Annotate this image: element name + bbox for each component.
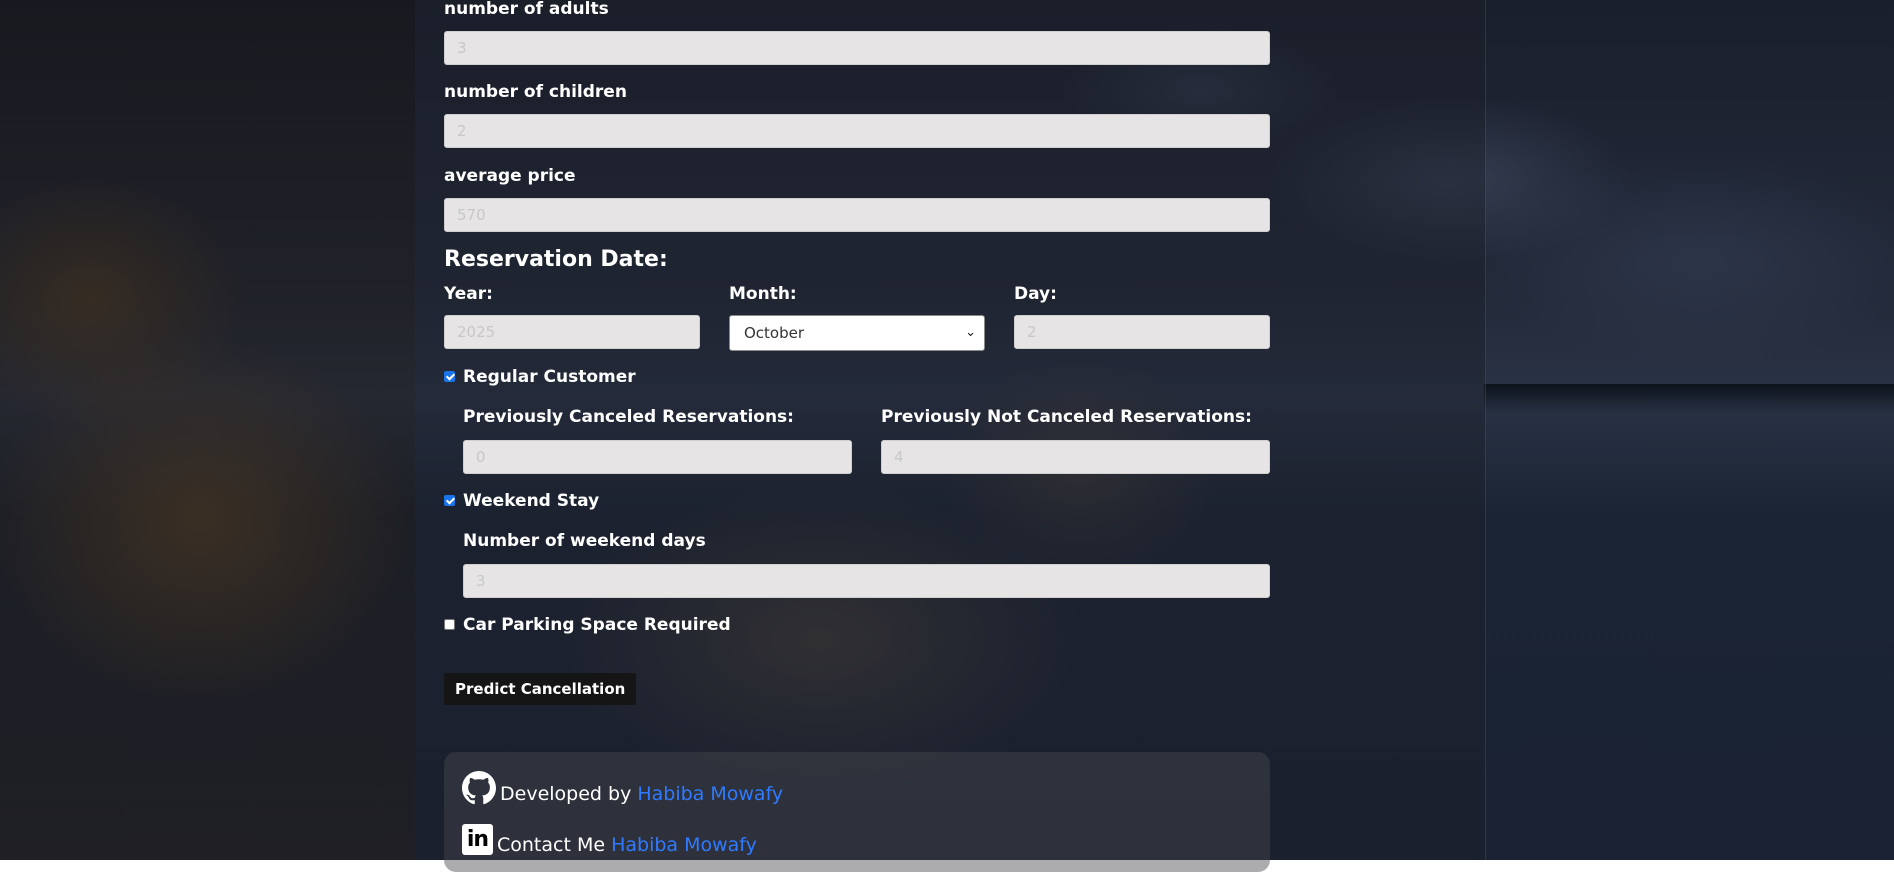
day-input[interactable]: 2	[1014, 315, 1270, 349]
prev-not-canceled-label: Previously Not Canceled Reservations:	[881, 407, 1252, 427]
developed-by-text: Developed by	[500, 783, 632, 805]
contact-link[interactable]: Habiba Mowafy	[611, 834, 757, 856]
adults-input[interactable]: 3	[444, 31, 1270, 65]
weekend-stay-checkbox[interactable]	[444, 495, 455, 506]
price-label: average price	[444, 166, 576, 186]
linkedin-icon: in	[462, 824, 493, 855]
day-label: Day:	[1014, 284, 1057, 304]
github-icon	[462, 771, 496, 805]
month-select-value: October	[744, 324, 805, 342]
contact-me-line: Contact Me Habiba Mowafy	[497, 834, 757, 856]
year-label: Year:	[444, 284, 493, 304]
children-input[interactable]: 2	[444, 114, 1270, 148]
background-horizon	[1484, 384, 1894, 414]
month-label: Month:	[729, 284, 797, 304]
weekend-days-label: Number of weekend days	[463, 531, 706, 551]
weekend-days-input[interactable]: 3	[463, 564, 1270, 598]
prev-canceled-input[interactable]: 0	[463, 440, 852, 474]
regular-customer-checkbox[interactable]	[444, 371, 455, 382]
car-parking-checkbox[interactable]	[444, 619, 455, 630]
reservation-date-heading: Reservation Date:	[444, 247, 668, 272]
month-select[interactable]: October ⌄	[729, 315, 985, 351]
developed-by-line: Developed by Habiba Mowafy	[500, 783, 783, 805]
children-label: number of children	[444, 82, 627, 102]
developer-link[interactable]: Habiba Mowafy	[637, 783, 783, 805]
year-input[interactable]: 2025	[444, 315, 700, 349]
background-shade	[0, 0, 415, 860]
contact-me-text: Contact Me	[497, 834, 606, 856]
weekend-stay-label: Weekend Stay	[463, 491, 600, 511]
regular-customer-label: Regular Customer	[463, 367, 636, 387]
prev-canceled-label: Previously Canceled Reservations:	[463, 407, 794, 427]
price-input[interactable]: 570	[444, 198, 1270, 232]
prev-not-canceled-input[interactable]: 4	[881, 440, 1270, 474]
predict-cancellation-button[interactable]: Predict Cancellation	[444, 673, 637, 705]
adults-label: number of adults	[444, 0, 609, 19]
chevron-down-icon: ⌄	[965, 325, 976, 340]
car-parking-label: Car Parking Space Required	[463, 615, 731, 635]
